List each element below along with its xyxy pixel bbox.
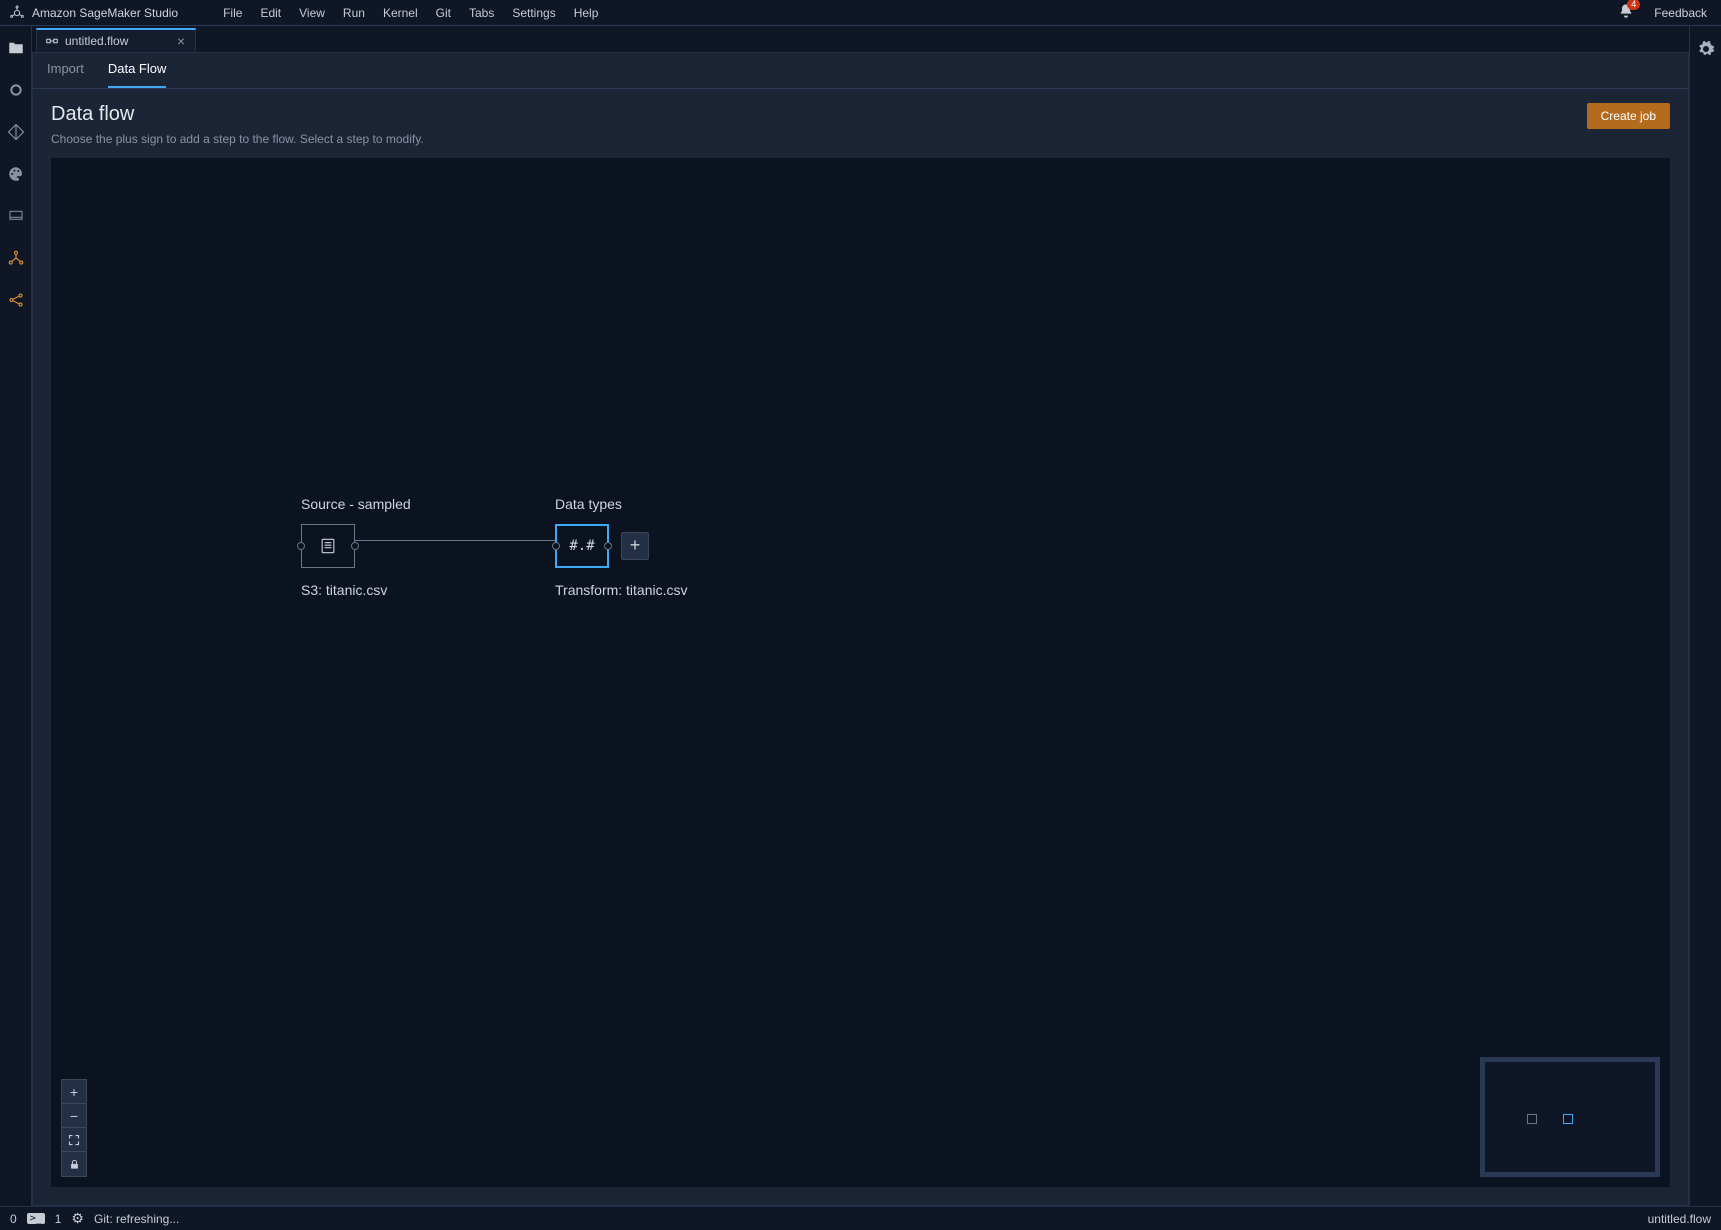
database-icon — [318, 536, 338, 556]
zoom-in-button[interactable]: + — [62, 1080, 86, 1104]
tab-import[interactable]: Import — [47, 61, 84, 88]
node-source-title: Source - sampled — [301, 496, 541, 512]
settings-button[interactable] — [1697, 40, 1715, 61]
datatypes-glyph: #.# — [569, 538, 594, 554]
port-out[interactable] — [351, 542, 359, 550]
close-icon[interactable]: × — [177, 35, 185, 47]
minimap-node-datatypes — [1563, 1114, 1573, 1124]
status-filename: untitled.flow — [1648, 1212, 1711, 1226]
zoom-fit-button[interactable] — [62, 1128, 86, 1152]
circle-icon[interactable] — [6, 80, 26, 100]
port-out[interactable] — [604, 542, 612, 550]
menu-file[interactable]: File — [214, 6, 251, 20]
menu-git[interactable]: Git — [427, 6, 460, 20]
palette-icon[interactable] — [6, 164, 26, 184]
status-gear-icon[interactable]: ⚙ — [71, 1210, 84, 1227]
app-title: Amazon SageMaker Studio — [32, 6, 178, 20]
subtabs: Import Data Flow — [33, 53, 1688, 89]
feedback-link[interactable]: Feedback — [1654, 6, 1707, 20]
menu-tabs[interactable]: Tabs — [460, 6, 503, 20]
flow-canvas[interactable]: Source - sampled S3: titanic.csv Data t — [51, 158, 1670, 1187]
menubar: Amazon SageMaker Studio File Edit View R… — [0, 0, 1721, 26]
menu-help[interactable]: Help — [565, 6, 608, 20]
status-git[interactable]: Git: refreshing... — [94, 1212, 179, 1226]
node-datatypes-box[interactable]: #.# — [555, 524, 609, 568]
port-in[interactable] — [297, 542, 305, 550]
page-subtitle: Choose the plus sign to add a step to th… — [51, 132, 424, 146]
diamond-icon[interactable] — [6, 122, 26, 142]
port-in[interactable] — [552, 542, 560, 550]
menu-run[interactable]: Run — [334, 6, 374, 20]
panel-header: Data flow Choose the plus sign to add a … — [33, 89, 1688, 158]
file-tab-label: untitled.flow — [65, 34, 128, 48]
gear-icon — [1697, 40, 1715, 58]
tab-data-flow[interactable]: Data Flow — [108, 61, 167, 88]
fullscreen-icon — [68, 1134, 80, 1146]
file-tabs: untitled.flow × — [32, 26, 1689, 52]
folder-icon[interactable] — [6, 38, 26, 58]
node-source-subtitle: S3: titanic.csv — [301, 582, 541, 598]
flow-icon — [45, 34, 59, 48]
file-tab-untitled-flow[interactable]: untitled.flow × — [36, 28, 196, 52]
menu-items: File Edit View Run Kernel Git Tabs Setti… — [214, 6, 607, 20]
notifications-button[interactable]: 4 — [1618, 3, 1634, 22]
node-source[interactable]: Source - sampled S3: titanic.csv — [301, 496, 541, 598]
node-datatypes[interactable]: Data types #.# + Transform: titanic.csv — [555, 496, 795, 598]
add-step-button[interactable]: + — [621, 532, 649, 560]
zoom-out-button[interactable]: − — [62, 1104, 86, 1128]
activity-bar — [0, 26, 32, 1206]
content-area: untitled.flow × Import Data Flow Data fl… — [32, 26, 1689, 1206]
menu-settings[interactable]: Settings — [503, 6, 564, 20]
monitor-icon[interactable] — [6, 206, 26, 226]
node-datatypes-title: Data types — [555, 496, 795, 512]
share-icon[interactable] — [6, 290, 26, 310]
right-rail — [1689, 26, 1721, 1206]
menu-view[interactable]: View — [290, 6, 334, 20]
node-datatypes-subtitle: Transform: titanic.csv — [555, 582, 795, 598]
terminal-icon[interactable]: >_ — [27, 1213, 45, 1224]
components-icon[interactable] — [6, 248, 26, 268]
sagemaker-logo-icon — [8, 4, 26, 22]
lock-icon — [69, 1159, 80, 1170]
zoom-controls: + − — [61, 1079, 87, 1177]
create-job-button[interactable]: Create job — [1587, 103, 1670, 129]
zoom-lock-button[interactable] — [62, 1152, 86, 1176]
status-bar: 0 >_ 1 ⚙ Git: refreshing... untitled.flo… — [0, 1206, 1721, 1230]
menu-edit[interactable]: Edit — [251, 6, 290, 20]
status-terminal-count[interactable]: 1 — [55, 1212, 62, 1226]
notification-badge: 4 — [1627, 0, 1640, 10]
node-source-box[interactable] — [301, 524, 355, 568]
minimap[interactable] — [1480, 1057, 1660, 1177]
minimap-node-source — [1527, 1114, 1537, 1124]
flow-panel: Import Data Flow Data flow Choose the pl… — [32, 52, 1689, 1206]
menu-kernel[interactable]: Kernel — [374, 6, 427, 20]
page-title: Data flow — [51, 103, 424, 126]
status-left-count[interactable]: 0 — [10, 1212, 17, 1226]
